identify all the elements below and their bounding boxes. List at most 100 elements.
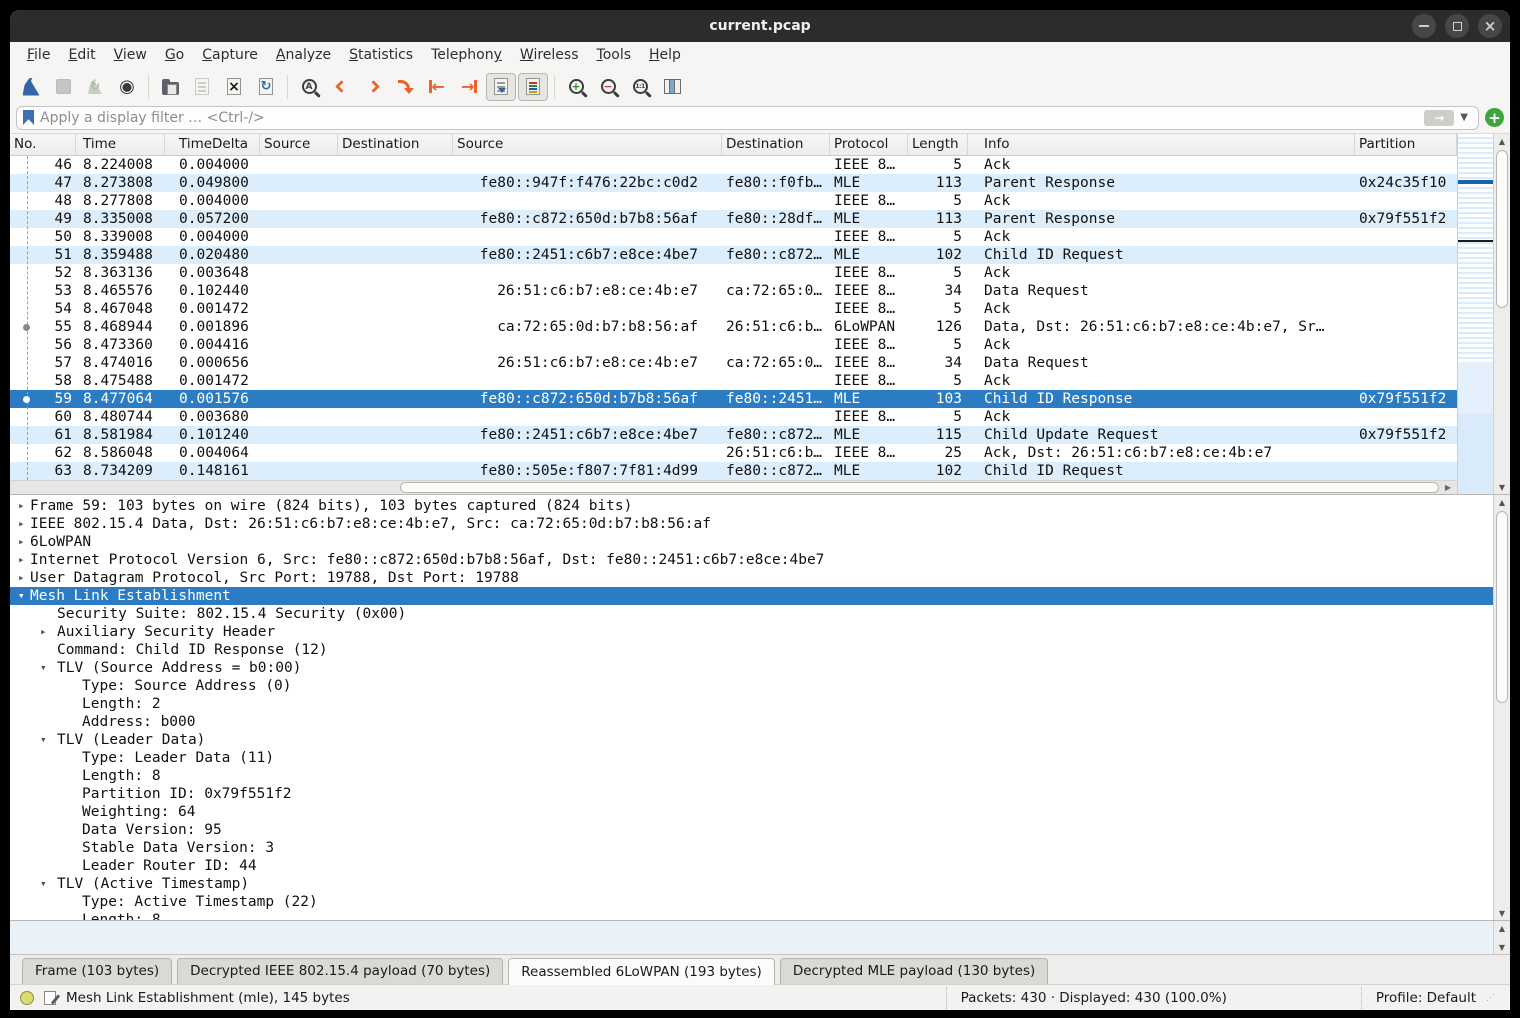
first-packet-button[interactable]: ←	[422, 73, 452, 101]
packet-row[interactable]: 558.4689440.001896ca:72:65:0d:b7:b8:56:a…	[10, 318, 1457, 336]
expert-info-icon[interactable]	[20, 991, 34, 1005]
maximize-button[interactable]	[1445, 14, 1469, 38]
restart-capture-button[interactable]: ↻	[80, 73, 110, 101]
hscroll-thumb[interactable]	[400, 482, 1439, 493]
menu-wireless[interactable]: Wireless	[511, 45, 588, 65]
filter-dropdown-icon[interactable]: ▼	[1460, 112, 1468, 123]
menu-statistics[interactable]: Statistics	[340, 45, 422, 65]
packet-row[interactable]: 628.5860480.00406426:51:c6:b…IEEE 8…25Ac…	[10, 444, 1457, 462]
detail-line[interactable]: Stable Data Version: 3	[10, 839, 1493, 857]
zoom-original-button[interactable]: 1:1	[625, 73, 655, 101]
hex-scroll-down-icon[interactable]: ▼	[1494, 940, 1510, 954]
vscroll-up-icon[interactable]: ▲	[1494, 134, 1510, 148]
packet-row[interactable]: 588.4754880.001472IEEE 8…5Ack	[10, 372, 1457, 390]
save-file-button[interactable]	[187, 73, 217, 101]
detail-line[interactable]: Data Version: 95	[10, 821, 1493, 839]
minimize-button[interactable]	[1412, 14, 1436, 38]
column-header-destination[interactable]: Destination	[722, 134, 830, 155]
hex-vscrollbar[interactable]: ▲ ▼	[1493, 921, 1510, 954]
byte-view-tab[interactable]: Decrypted MLE payload (130 bytes)	[780, 958, 1048, 984]
details-vscrollbar[interactable]: ▲ ▼	[1493, 495, 1510, 920]
column-header-destination[interactable]: Destination	[338, 134, 453, 155]
column-header-partition[interactable]: Partition	[1355, 134, 1457, 155]
capture-comment-icon[interactable]	[44, 991, 56, 1005]
detail-line[interactable]: Type: Active Timestamp (22)	[10, 893, 1493, 911]
detail-line[interactable]: Weighting: 64	[10, 803, 1493, 821]
column-header-info[interactable]: Info	[968, 134, 1355, 155]
expander-open-icon[interactable]: ▾	[40, 659, 47, 677]
column-header-no[interactable]: No.	[10, 134, 76, 155]
go-to-packet-button[interactable]	[390, 73, 420, 101]
zoom-out-button[interactable]: −	[593, 73, 623, 101]
column-header-source[interactable]: Source	[260, 134, 338, 155]
add-filter-button-button[interactable]: +	[1485, 108, 1504, 127]
detail-line[interactable]: Partition ID: 0x79f551f2	[10, 785, 1493, 803]
byte-view-tab[interactable]: Frame (103 bytes)	[22, 958, 172, 984]
previous-packet-button[interactable]	[326, 73, 356, 101]
detail-line[interactable]: Type: Leader Data (11)	[10, 749, 1493, 767]
expander-closed-icon[interactable]: ▸	[18, 551, 25, 569]
detail-line[interactable]: ▾TLV (Active Timestamp)	[10, 875, 1493, 893]
detail-line[interactable]: Security Suite: 802.15.4 Security (0x00)	[10, 605, 1493, 623]
apply-filter-button[interactable]: →	[1424, 110, 1454, 126]
details-scroll-down-icon[interactable]: ▼	[1494, 906, 1510, 920]
packet-row[interactable]: 548.4670480.001472IEEE 8…5Ack	[10, 300, 1457, 318]
find-packet-button[interactable]: A	[294, 73, 324, 101]
detail-line[interactable]: Command: Child ID Response (12)	[10, 641, 1493, 659]
column-header-length[interactable]: Length	[908, 134, 968, 155]
packet-row[interactable]: 468.2240080.004000IEEE 8…5Ack	[10, 156, 1457, 174]
menu-file[interactable]: File	[18, 45, 59, 65]
next-packet-button[interactable]	[358, 73, 388, 101]
packet-row[interactable]: 568.4733600.004416IEEE 8…5Ack	[10, 336, 1457, 354]
column-header-protocol[interactable]: Protocol	[830, 134, 908, 155]
menu-edit[interactable]: Edit	[59, 45, 104, 65]
byte-view-tab[interactable]: Decrypted IEEE 802.15.4 payload (70 byte…	[177, 958, 503, 984]
expander-closed-icon[interactable]: ▸	[18, 497, 25, 515]
reload-file-button[interactable]: ↻	[251, 73, 281, 101]
detail-line[interactable]: ▾TLV (Source Address = b0:00)	[10, 659, 1493, 677]
column-header-time[interactable]: Time	[76, 134, 165, 155]
packet-row[interactable]: 498.3350080.057200fe80::c872:650d:b7b8:5…	[10, 210, 1457, 228]
packet-row[interactable]: 528.3631360.003648IEEE 8…5Ack	[10, 264, 1457, 282]
packet-row[interactable]: 508.3390080.004000IEEE 8…5Ack	[10, 228, 1457, 246]
close-file-button[interactable]: ×	[219, 73, 249, 101]
detail-line[interactable]: ▸IEEE 802.15.4 Data, Dst: 26:51:c6:b7:e8…	[10, 515, 1493, 533]
packet-list-hscrollbar[interactable]: ▶	[10, 480, 1457, 494]
detail-line[interactable]: ▸6LoWPAN	[10, 533, 1493, 551]
menu-go[interactable]: Go	[156, 45, 193, 65]
detail-line[interactable]: Address: b000	[10, 713, 1493, 731]
start-capture-button[interactable]	[16, 73, 46, 101]
expander-open-icon[interactable]: ▾	[18, 587, 25, 605]
detail-line[interactable]: Length: 2	[10, 695, 1493, 713]
packet-row[interactable]: 618.5819840.101240fe80::2451:c6b7:e8ce:4…	[10, 426, 1457, 444]
detail-line[interactable]: Length: 8	[10, 767, 1493, 785]
zoom-in-button[interactable]: +	[561, 73, 591, 101]
filter-bookmark-icon[interactable]	[23, 110, 34, 125]
close-button[interactable]: ×	[1478, 14, 1502, 38]
menu-telephony[interactable]: Telephony	[422, 45, 511, 65]
menu-capture[interactable]: Capture	[193, 45, 267, 65]
expander-closed-icon[interactable]: ▸	[18, 533, 25, 551]
status-profile[interactable]: Profile: Default	[1376, 990, 1476, 1006]
hex-scroll-up-icon[interactable]: ▲	[1494, 921, 1510, 935]
details-scroll-up-icon[interactable]: ▲	[1494, 495, 1510, 509]
expander-closed-icon[interactable]: ▸	[40, 623, 47, 641]
packet-row[interactable]: 598.4770640.001576fe80::c872:650d:b7b8:5…	[10, 390, 1457, 408]
details-scroll-thumb[interactable]	[1496, 511, 1508, 703]
detail-line[interactable]: ▸User Datagram Protocol, Src Port: 19788…	[10, 569, 1493, 587]
column-header-timedelta[interactable]: TimeDelta	[165, 134, 260, 155]
intelligent-scrollbar-minimap[interactable]	[1457, 134, 1493, 494]
vscroll-down-icon[interactable]: ▼	[1494, 480, 1510, 494]
detail-line[interactable]: ▾TLV (Leader Data)	[10, 731, 1493, 749]
column-header-source[interactable]: Source	[453, 134, 722, 155]
capture-options-button[interactable]: ◉	[112, 73, 142, 101]
resize-grip[interactable]: ⋰	[1486, 993, 1496, 1003]
packet-list-vscrollbar[interactable]: ▲ ▼	[1493, 134, 1510, 494]
expander-open-icon[interactable]: ▾	[40, 875, 47, 893]
detail-line[interactable]: ▸Internet Protocol Version 6, Src: fe80:…	[10, 551, 1493, 569]
detail-line[interactable]: ▾Mesh Link Establishment	[10, 587, 1493, 605]
detail-line[interactable]: Leader Router ID: 44	[10, 857, 1493, 875]
packet-row[interactable]: 638.7342090.148161fe80::505e:f807:7f81:4…	[10, 462, 1457, 480]
hscroll-right-arrow-icon[interactable]: ▶	[1441, 481, 1455, 494]
open-file-button[interactable]	[155, 73, 185, 101]
